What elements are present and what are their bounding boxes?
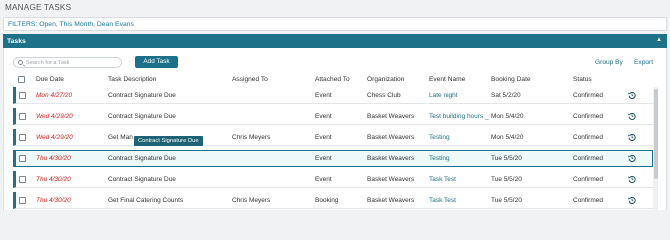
export-link[interactable]: Export xyxy=(634,59,653,66)
organization: Basket Weavers xyxy=(367,176,415,183)
status: Confirmed xyxy=(573,176,603,183)
status: Confirmed xyxy=(573,113,603,120)
event-name-link[interactable]: Task Test xyxy=(429,197,456,204)
booking-date: Tue 5/5/20 xyxy=(491,155,522,162)
table-row[interactable]: Wed 4/29/20 Get Man Chris Meyers Event B… xyxy=(13,129,653,146)
event-name-link[interactable]: Late night xyxy=(429,92,458,99)
attached-to: Event xyxy=(315,92,332,99)
status: Confirmed xyxy=(573,155,603,162)
booking-date: Mon 5/4/20 xyxy=(491,113,524,120)
booking-date: Tue 5/5/20 xyxy=(491,176,522,183)
task-description[interactable]: Get Final Catering Counts xyxy=(108,197,183,204)
task-description[interactable]: Contract Signature Due xyxy=(108,92,176,99)
task-description[interactable]: Contract Signature Due xyxy=(108,155,176,162)
col-event-name[interactable]: Event Name xyxy=(429,76,465,83)
due-date: Wed 4/29/20 xyxy=(36,113,73,120)
due-date: Mon 4/27/20 xyxy=(36,92,73,99)
event-name-link[interactable]: Test building hours _ xyxy=(429,113,489,120)
assigned-to: Chris Meyers xyxy=(232,134,271,141)
event-name-link[interactable]: Testing xyxy=(429,134,450,141)
col-organization[interactable]: Organization xyxy=(367,76,404,83)
due-date: Wed 4/29/20 xyxy=(36,134,73,141)
attached-to: Event xyxy=(315,176,332,183)
table-scrollbar[interactable] xyxy=(653,87,658,210)
task-description[interactable]: Contract Signature Due xyxy=(108,176,176,183)
row-checkbox[interactable] xyxy=(19,155,26,162)
event-name-link[interactable]: Task Test xyxy=(429,176,456,183)
col-attached-to[interactable]: Attached To xyxy=(315,76,350,83)
status: Confirmed xyxy=(573,197,603,204)
table-row-highlighted[interactable]: Thu 4/30/20 Contract Signature Due Event… xyxy=(13,150,653,167)
event-name-link[interactable]: Testing xyxy=(429,155,450,162)
search-input[interactable] xyxy=(26,59,118,67)
table-row[interactable]: Thu 4/30/20 Contract Signature Due Event… xyxy=(13,171,653,188)
filters-label: FILTERS: Open, This Month, Dean Evans xyxy=(8,21,134,28)
attached-to: Event xyxy=(315,113,332,120)
due-date: Thu 4/30/20 xyxy=(36,197,71,204)
attached-to: Booking xyxy=(315,197,339,204)
status: Confirmed xyxy=(573,92,603,99)
group-by-link[interactable]: Group By xyxy=(595,59,623,66)
col-due-date[interactable]: Due Date xyxy=(36,76,64,83)
col-assigned-to[interactable]: Assigned To xyxy=(232,76,268,83)
table-row[interactable]: Mon 4/27/20 Contract Signature Due Event… xyxy=(13,87,653,104)
col-booking-date[interactable]: Booking Date xyxy=(491,76,531,83)
due-date: Thu 4/30/20 xyxy=(36,155,71,162)
col-task-description[interactable]: Task Description xyxy=(108,76,156,83)
scrollbar-thumb[interactable] xyxy=(653,89,658,179)
panel-title: Tasks xyxy=(7,37,26,45)
organization: Basket Weavers xyxy=(367,113,415,120)
search-icon xyxy=(18,60,23,65)
organization: Basket Weavers xyxy=(367,197,415,204)
history-icon[interactable] xyxy=(628,175,636,183)
booking-date: Sat 5/2/20 xyxy=(491,92,521,99)
organization: Basket Weavers xyxy=(367,155,415,162)
table-row[interactable]: Thu 4/30/20 Get Final Catering Counts Ch… xyxy=(13,192,653,209)
page-title: MANAGE TASKS xyxy=(5,3,72,12)
add-task-button[interactable]: Add Task xyxy=(135,56,178,68)
row-checkbox[interactable] xyxy=(19,197,26,204)
select-all-checkbox[interactable] xyxy=(18,76,25,83)
history-icon[interactable] xyxy=(628,91,636,99)
task-description-tooltip: Contract Signature Due xyxy=(134,136,203,146)
search-box[interactable] xyxy=(13,57,122,68)
organization: Chess Club xyxy=(367,92,401,99)
row-checkbox[interactable] xyxy=(19,134,26,141)
history-icon[interactable] xyxy=(628,196,636,204)
filters-bar[interactable]: FILTERS: Open, This Month, Dean Evans xyxy=(3,17,667,31)
history-icon[interactable] xyxy=(628,112,636,120)
col-status[interactable]: Status xyxy=(573,76,592,83)
status: Confirmed xyxy=(573,134,603,141)
task-description[interactable]: Get Man xyxy=(108,134,133,141)
row-checkbox[interactable] xyxy=(19,113,26,120)
table-row[interactable]: Wed 4/29/20 Contract Signature Due Event… xyxy=(13,108,653,125)
attached-to: Event xyxy=(315,134,332,141)
booking-date: Mon 5/4/20 xyxy=(491,134,524,141)
attached-to: Event xyxy=(315,155,332,162)
booking-date: Tue 5/5/20 xyxy=(491,197,522,204)
tasks-panel-header[interactable]: Tasks ▲ xyxy=(3,34,667,48)
task-description[interactable]: Contract Signature Due xyxy=(108,113,176,120)
history-icon[interactable] xyxy=(628,133,636,141)
due-date: Thu 4/30/20 xyxy=(36,176,71,183)
history-icon[interactable] xyxy=(628,154,636,162)
row-checkbox[interactable] xyxy=(19,92,26,99)
row-checkbox[interactable] xyxy=(19,176,26,183)
collapse-caret-icon[interactable]: ▲ xyxy=(656,37,662,43)
assigned-to: Chris Meyers xyxy=(232,197,271,204)
organization: Basket Weavers xyxy=(367,134,415,141)
